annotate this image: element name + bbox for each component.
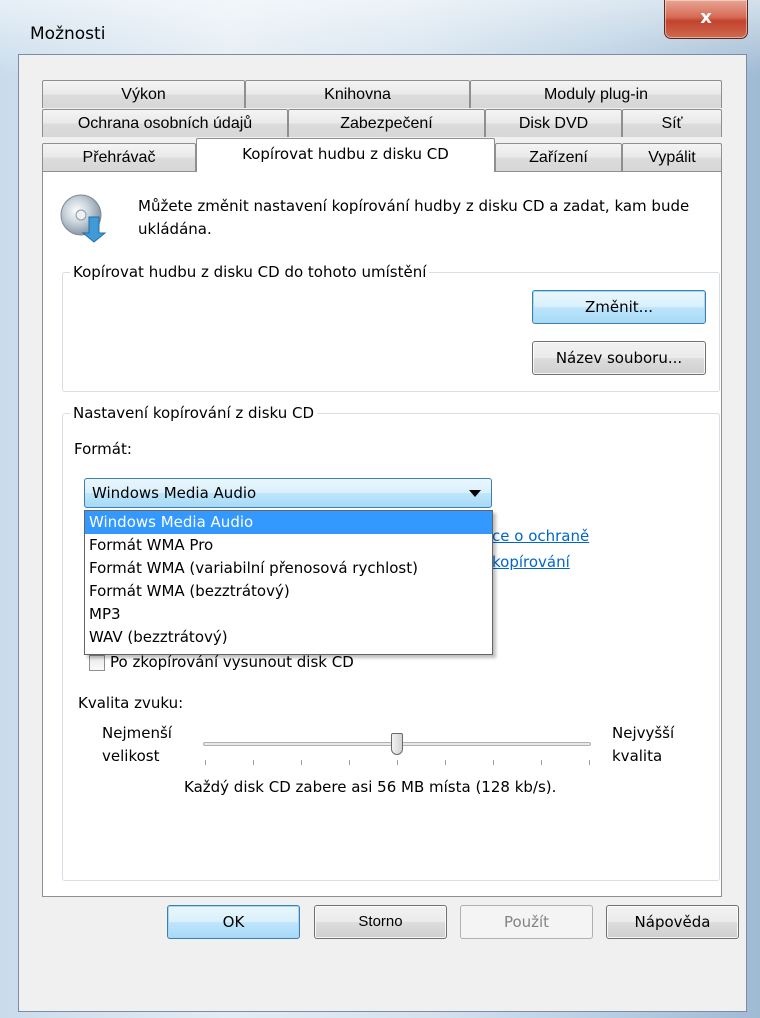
format-option-wma-vbr[interactable]: Formát WMA (variabilní přenosová rychlos… <box>85 557 492 580</box>
quality-min-label: Nejmenší velikost <box>102 722 172 768</box>
format-option-mp3[interactable]: MP3 <box>85 603 492 626</box>
format-option-wma[interactable]: Windows Media Audio <box>85 511 492 534</box>
tab-kopirovat-hudbu[interactable]: Kopírovat hudbu z disku CD <box>196 138 495 172</box>
format-label: Formát: <box>74 440 132 458</box>
slider-tick <box>493 760 494 765</box>
quality-label: Kvalita zvuku: <box>78 694 184 712</box>
quality-max-line1: Nejvyšší <box>612 724 675 742</box>
options-window: Možnosti x Výkon Knihovna Moduly plug-in… <box>0 0 760 1018</box>
tab-zarizeni[interactable]: Zařízení <box>495 143 622 171</box>
quality-note: Každý disk CD zabere asi 56 MB místa (12… <box>184 778 557 796</box>
tab-moduly-plug-in[interactable]: Moduly plug-in <box>470 80 722 108</box>
tab-knihovna[interactable]: Knihovna <box>245 80 470 108</box>
format-dropdown-list: Windows Media Audio Formát WMA Pro Formá… <box>84 510 493 655</box>
cancel-button[interactable]: Storno <box>314 905 447 939</box>
chevron-down-icon <box>469 490 481 497</box>
window-title: Možnosti <box>30 24 106 44</box>
slider-tick <box>445 760 446 765</box>
location-group-label: Kopírovat hudbu z disku CD do tohoto umí… <box>70 263 430 281</box>
tab-disk-dvd[interactable]: Disk DVD <box>485 109 622 137</box>
ok-button[interactable]: OK <box>167 905 300 939</box>
copy-protection-link-line1[interactable]: ce o ochraně <box>492 527 589 545</box>
quality-slider-thumb[interactable] <box>391 733 403 755</box>
quality-min-line1: Nejmenší <box>102 724 172 742</box>
slider-tick <box>589 760 590 765</box>
slider-tick <box>349 760 350 765</box>
slider-tick <box>541 760 542 765</box>
cd-rip-icon <box>60 194 107 243</box>
quality-max-line2: kvalita <box>612 747 663 765</box>
tab-zabezpeceni[interactable]: Zabezpečení <box>288 109 485 137</box>
slider-tick <box>253 760 254 765</box>
close-button[interactable]: x <box>664 0 748 39</box>
rip-settings-group-label: Nastavení kopírování z disku CD <box>70 404 318 422</box>
tab-vypalit[interactable]: Vypálit <box>622 143 722 171</box>
quality-min-line2: velikost <box>102 747 160 765</box>
quality-max-label: Nejvyšší kvalita <box>612 722 674 768</box>
slider-tick <box>205 760 206 765</box>
header-description: Můžete změnit nastavení kopírování hudby… <box>138 197 690 238</box>
format-option-wav[interactable]: WAV (bezztrátový) <box>85 626 492 649</box>
format-select-value: Windows Media Audio <box>92 484 257 502</box>
format-option-wma-pro[interactable]: Formát WMA Pro <box>85 534 492 557</box>
eject-checkbox-label: Po zkopírování vysunout disk CD <box>110 653 354 671</box>
slider-tick <box>397 760 398 765</box>
tab-prehravac[interactable]: Přehrávač <box>42 143 196 171</box>
tab-ochrana-osobnich-udaju[interactable]: Ochrana osobních údajů <box>42 109 288 137</box>
format-select[interactable]: Windows Media Audio <box>84 478 492 508</box>
copy-protection-link-line2[interactable]: kopírování <box>492 553 570 571</box>
close-icon: x <box>700 7 712 28</box>
tab-sit[interactable]: Síť <box>622 109 722 137</box>
file-name-button[interactable]: Název souboru... <box>532 341 706 375</box>
format-option-wma-lossless[interactable]: Formát WMA (bezztrátový) <box>85 580 492 603</box>
eject-checkbox[interactable] <box>89 655 105 671</box>
apply-button[interactable]: Použít <box>460 905 593 939</box>
slider-tick <box>301 760 302 765</box>
tab-vykon[interactable]: Výkon <box>42 80 245 108</box>
change-location-button[interactable]: Změnit... <box>532 290 706 324</box>
help-button[interactable]: Nápověda <box>606 905 739 939</box>
